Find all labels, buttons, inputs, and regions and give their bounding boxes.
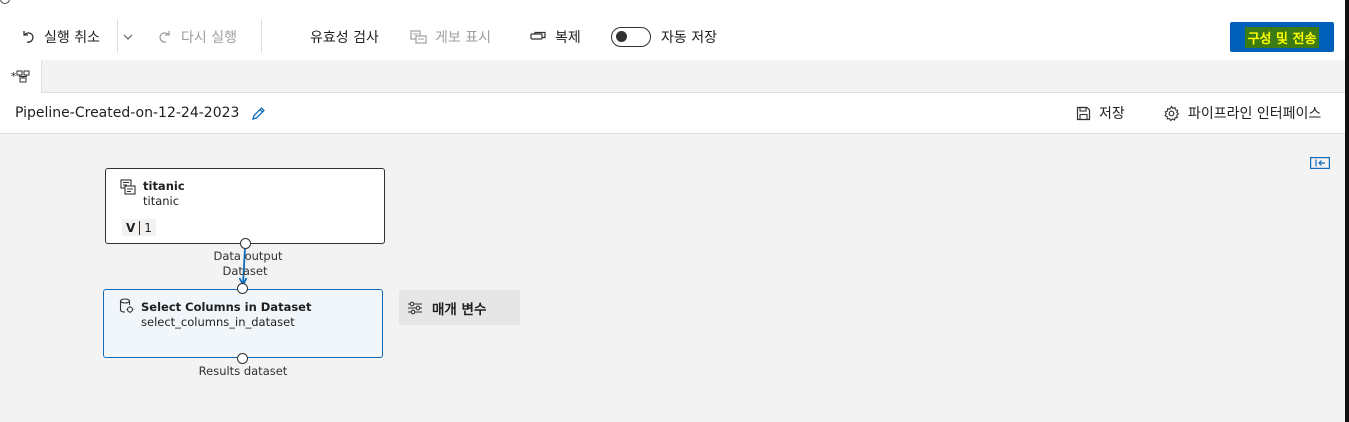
clone-label: 복제 xyxy=(555,29,581,46)
node-title: Select Columns in Dataset xyxy=(141,300,312,314)
undo-icon xyxy=(23,30,34,43)
dataset-node[interactable]: titanic titanic V 1 xyxy=(105,168,385,244)
panel-expand-icon xyxy=(1310,157,1330,170)
save-button[interactable]: 저장 xyxy=(1076,103,1125,123)
tab-bar: * xyxy=(0,60,1345,93)
output-port-type: Dataset xyxy=(222,264,268,278)
publish-button[interactable]: 게보 표시 xyxy=(410,13,491,60)
publish-label: 게보 표시 xyxy=(435,29,491,46)
gear-icon xyxy=(1164,104,1180,121)
sliders-icon xyxy=(408,301,422,314)
version-letter: V xyxy=(122,220,141,235)
configure-submit-button[interactable]: 구성 및 전송 xyxy=(1230,22,1334,52)
node-subtitle: titanic xyxy=(143,194,180,208)
tab-pipeline[interactable]: * xyxy=(0,60,42,93)
output-port-label: Data output xyxy=(213,249,283,263)
select-columns-output-port[interactable] xyxy=(237,353,248,364)
autosave-label: 자동 저장 xyxy=(661,29,717,46)
save-icon xyxy=(1076,106,1091,120)
select-columns-input-port[interactable] xyxy=(237,283,248,294)
version-badge: V 1 xyxy=(122,219,156,236)
main-toolbar: 실행 취소 다시 실행 유효성 검사 게보 표시 복제 자동 저장 구성 및 전… xyxy=(0,13,1345,60)
chevron-down-icon xyxy=(123,34,133,40)
window-top-strip xyxy=(0,0,1345,13)
undo-dropdown-button[interactable] xyxy=(122,13,142,60)
window-corner-icon xyxy=(0,0,10,4)
pipeline-title: Pipeline-Created-on-12-24-2023 xyxy=(15,105,266,121)
pipeline-icon xyxy=(16,70,30,83)
parameters-button[interactable]: 매개 변수 xyxy=(399,290,520,325)
redo-label: 다시 실행 xyxy=(181,29,237,46)
clone-button[interactable]: 복제 xyxy=(530,13,581,60)
toolbar-divider xyxy=(261,19,262,53)
submit-label: 구성 및 전송 xyxy=(1244,26,1320,48)
window-frame-edge xyxy=(1345,0,1349,422)
undo-label: 실행 취소 xyxy=(44,29,100,46)
undo-button[interactable]: 실행 취소 xyxy=(20,13,100,60)
edit-pencil-icon[interactable] xyxy=(251,106,266,121)
toolbar-divider xyxy=(117,19,118,53)
pipeline-interface-label: 파이프라인 인터페이스 xyxy=(1188,106,1322,122)
autosave-toggle[interactable]: 자동 저장 xyxy=(611,13,717,60)
clone-icon xyxy=(530,31,546,40)
redo-icon xyxy=(159,30,170,43)
pipeline-name: Pipeline-Created-on-12-24-2023 xyxy=(15,105,240,121)
redo-button[interactable]: 다시 실행 xyxy=(157,13,237,60)
validate-button[interactable]: 유효성 검사 xyxy=(310,13,379,60)
expand-panel-button[interactable] xyxy=(1310,154,1330,173)
parameters-label: 매개 변수 xyxy=(432,301,487,318)
pipeline-canvas[interactable]: titanic titanic V 1 Data output Dataset … xyxy=(0,134,1345,422)
version-number: 1 xyxy=(144,220,152,235)
module-icon xyxy=(119,298,134,313)
save-label: 저장 xyxy=(1099,106,1125,122)
autosave-switch[interactable] xyxy=(611,26,651,47)
publish-icon xyxy=(410,29,427,44)
dataset-output-port[interactable] xyxy=(240,238,251,249)
select-columns-node[interactable]: Select Columns in Dataset select_columns… xyxy=(103,289,383,358)
results-port-label: Results dataset xyxy=(198,364,288,378)
node-title: titanic xyxy=(143,179,185,193)
node-subtitle: select_columns_in_dataset xyxy=(141,315,295,329)
toggle-knob xyxy=(616,30,627,42)
pipeline-title-bar: Pipeline-Created-on-12-24-2023 저장 파이프라인 … xyxy=(0,93,1345,134)
dataset-icon xyxy=(120,179,136,195)
validate-label: 유효성 검사 xyxy=(310,29,379,46)
pipeline-interface-button[interactable]: 파이프라인 인터페이스 xyxy=(1163,103,1321,123)
